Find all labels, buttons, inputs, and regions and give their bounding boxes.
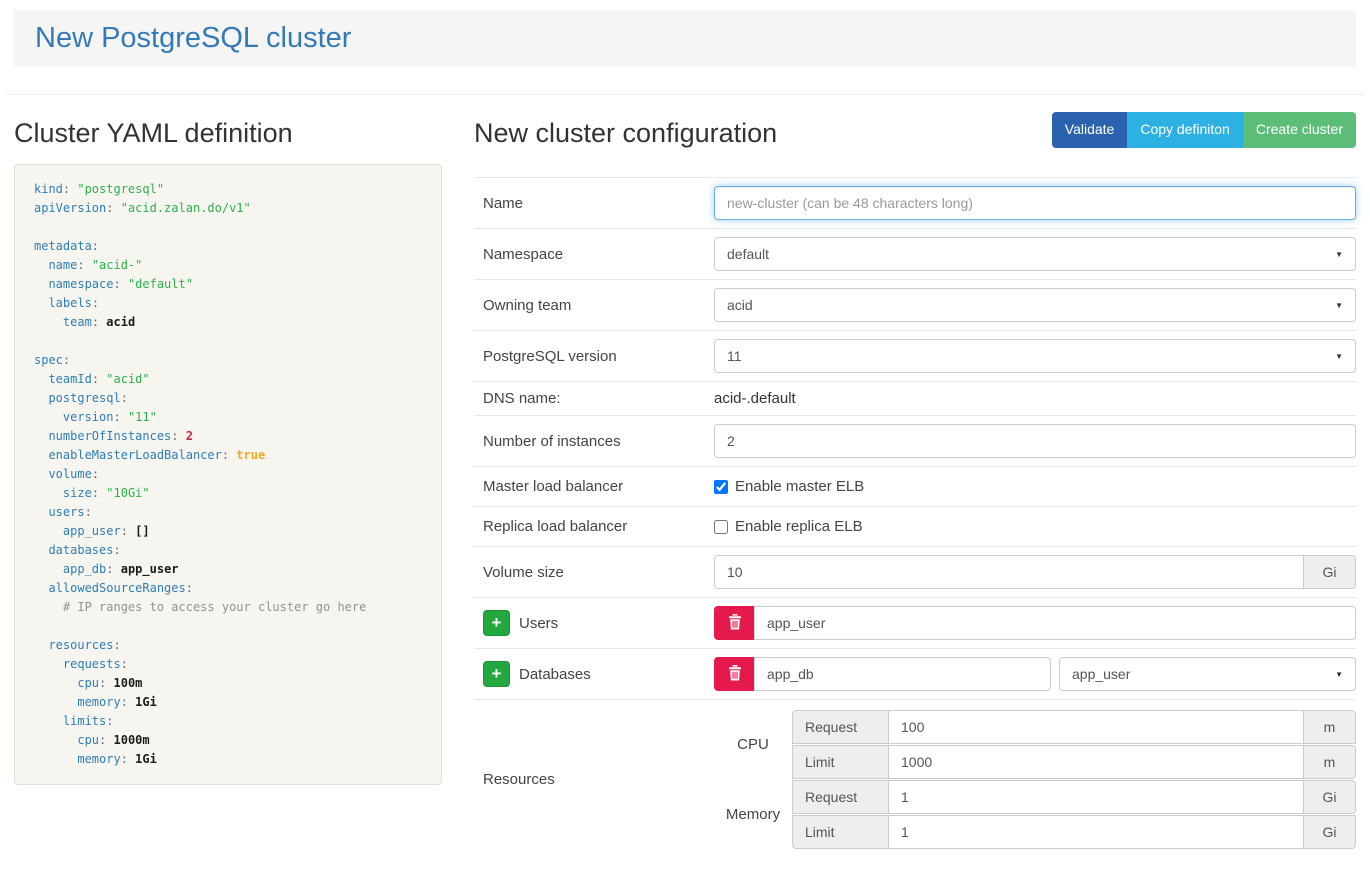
replica-lb-row: Replica load balancer Enable replica ELB [474, 507, 1356, 547]
create-cluster-button[interactable]: Create cluster [1243, 112, 1356, 148]
namespace-row: Namespace default ▼ [474, 229, 1356, 280]
databases-label: Databases [519, 666, 591, 683]
memory-limit-addon: Limit [792, 815, 889, 849]
cpu-request-input[interactable] [888, 710, 1304, 744]
plus-icon: + [492, 665, 502, 682]
cpu-request-addon: Request [792, 710, 889, 744]
copy-definition-button[interactable]: Copy definiton [1127, 112, 1243, 148]
replica-lb-label: Replica load balancer [474, 518, 714, 535]
master-lb-row: Master load balancer Enable master ELB [474, 467, 1356, 507]
name-label: Name [474, 195, 714, 212]
resource-group-labels: CPU Memory [714, 710, 792, 849]
memory-request-addon: Request [792, 780, 889, 814]
delete-database-button[interactable] [714, 657, 755, 691]
memory-limit-unit: Gi [1303, 815, 1356, 849]
volume-size-row: Volume size Gi [474, 547, 1356, 598]
chevron-down-icon: ▼ [1335, 352, 1343, 361]
resources-label: Resources [474, 771, 714, 788]
owning-team-select[interactable]: acid ▼ [714, 288, 1356, 322]
database-name-input[interactable] [754, 657, 1051, 691]
trash-icon [728, 614, 742, 633]
cpu-label: CPU [714, 710, 792, 780]
replica-elb-checkbox[interactable] [714, 520, 728, 534]
owning-team-label: Owning team [474, 297, 714, 314]
pg-version-select[interactable]: 11 ▼ [714, 339, 1356, 373]
delete-user-button[interactable] [714, 606, 755, 640]
config-header: New cluster configuration Validate Copy … [474, 95, 1356, 164]
main-content: Cluster YAML definition kind: "postgresq… [0, 95, 1370, 859]
master-elb-checkbox-label: Enable master ELB [735, 478, 864, 495]
cpu-request-unit: m [1303, 710, 1356, 744]
pg-version-label: PostgreSQL version [474, 348, 714, 365]
yaml-code: kind: "postgresql"apiVersion: "acid.zala… [14, 164, 442, 785]
add-database-button[interactable]: + [483, 661, 510, 687]
cpu-limit-addon: Limit [792, 745, 889, 779]
page-title: New PostgreSQL cluster [35, 22, 1335, 55]
dns-name-row: DNS name: acid-.default [474, 382, 1356, 416]
pg-version-select-value: 11 [727, 348, 742, 364]
instances-input[interactable] [714, 424, 1356, 458]
databases-row: + Databases [474, 649, 1356, 700]
namespace-select[interactable]: default ▼ [714, 237, 1356, 271]
users-row: + Users [474, 598, 1356, 649]
volume-size-input[interactable] [714, 555, 1304, 589]
owning-team-row: Owning team acid ▼ [474, 280, 1356, 331]
memory-request-group: Request Gi [792, 780, 1356, 814]
cpu-limit-input[interactable] [888, 745, 1304, 779]
pg-version-row: PostgreSQL version 11 ▼ [474, 331, 1356, 382]
yaml-column: Cluster YAML definition kind: "postgresq… [14, 95, 442, 785]
dns-name-value: acid-.default [714, 390, 796, 407]
volume-size-label: Volume size [474, 564, 714, 581]
master-lb-label: Master load balancer [474, 478, 714, 495]
instances-row: Number of instances [474, 416, 1356, 467]
database-owner-select-value: app_user [1072, 666, 1130, 682]
config-heading: New cluster configuration [474, 119, 777, 149]
yaml-heading: Cluster YAML definition [14, 119, 442, 149]
namespace-select-value: default [727, 246, 769, 262]
memory-limit-input[interactable] [888, 815, 1304, 849]
master-elb-checkbox[interactable] [714, 480, 728, 494]
name-row: Name [474, 178, 1356, 229]
plus-icon: + [492, 614, 502, 631]
replica-elb-checkbox-label: Enable replica ELB [735, 518, 863, 535]
namespace-label: Namespace [474, 246, 714, 263]
resources-row: Resources CPU Memory Request m Limit [474, 700, 1356, 859]
chevron-down-icon: ▼ [1335, 670, 1343, 679]
users-label: Users [519, 615, 558, 632]
validate-button[interactable]: Validate [1052, 112, 1128, 148]
memory-request-input[interactable] [888, 780, 1304, 814]
user-name-input[interactable] [754, 606, 1356, 640]
toolbar-button-group: Validate Copy definiton Create cluster [1052, 112, 1356, 148]
add-user-button[interactable]: + [483, 610, 510, 636]
cpu-limit-group: Limit m [792, 745, 1356, 779]
volume-unit-addon: Gi [1303, 555, 1356, 589]
chevron-down-icon: ▼ [1335, 301, 1343, 310]
cpu-request-group: Request m [792, 710, 1356, 744]
memory-limit-group: Limit Gi [792, 815, 1356, 849]
cpu-limit-unit: m [1303, 745, 1356, 779]
config-column: New cluster configuration Validate Copy … [474, 95, 1356, 859]
chevron-down-icon: ▼ [1335, 250, 1343, 259]
trash-icon [728, 665, 742, 684]
cluster-form: Name Namespace default ▼ Owning team [474, 177, 1356, 859]
page-header-bar: New PostgreSQL cluster [14, 10, 1356, 67]
instances-label: Number of instances [474, 433, 714, 450]
name-input[interactable] [714, 186, 1356, 220]
memory-request-unit: Gi [1303, 780, 1356, 814]
owning-team-select-value: acid [727, 297, 753, 313]
database-owner-select[interactable]: app_user ▼ [1059, 657, 1356, 691]
dns-name-label: DNS name: [474, 390, 714, 407]
memory-label: Memory [714, 780, 792, 850]
